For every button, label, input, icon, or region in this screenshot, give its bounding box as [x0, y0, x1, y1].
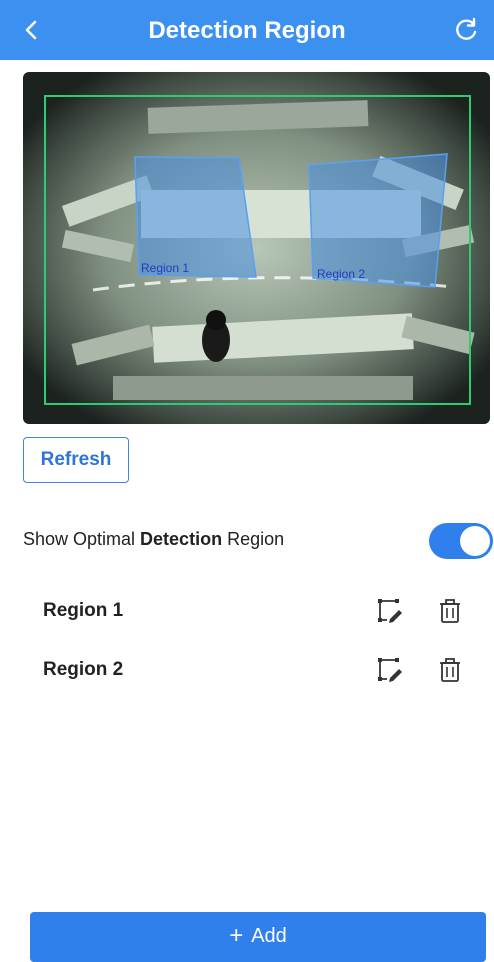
label-part2: Detection [140, 529, 223, 549]
optimal-region-label: Show Optimal Detection Region [23, 529, 284, 550]
refresh-button[interactable]: Refresh [23, 437, 129, 483]
region-2-overlay-label: Region 2 [317, 267, 365, 281]
region-name: Region 2 [43, 659, 124, 680]
page-title: Detection Region [148, 17, 346, 44]
header-bar: Detection Region [0, 0, 494, 60]
optimal-region-row: Show Optimal Detection Region [23, 523, 493, 559]
edit-region-icon[interactable] [377, 657, 403, 683]
label-part3: Region [222, 529, 285, 549]
region-1-overlay-label: Region 1 [141, 261, 189, 275]
plus-icon: + [229, 922, 244, 949]
camera-preview[interactable]: Region 1 Region 2 [23, 72, 490, 424]
list-item: Region 1 [0, 592, 494, 632]
label-part1: Show Optimal [23, 529, 141, 549]
reload-icon[interactable] [452, 16, 480, 44]
region-name: Region 1 [43, 600, 124, 621]
region-1-polygon[interactable] [134, 156, 257, 278]
add-region-button[interactable]: + Add [30, 912, 486, 962]
edit-region-icon[interactable] [377, 598, 403, 624]
toggle-knob [460, 526, 490, 556]
list-item: Region 2 [0, 651, 494, 691]
add-button-label: Add [251, 925, 287, 947]
optimal-region-toggle[interactable] [429, 523, 493, 559]
trash-icon[interactable] [438, 598, 462, 624]
trash-icon[interactable] [438, 657, 462, 683]
